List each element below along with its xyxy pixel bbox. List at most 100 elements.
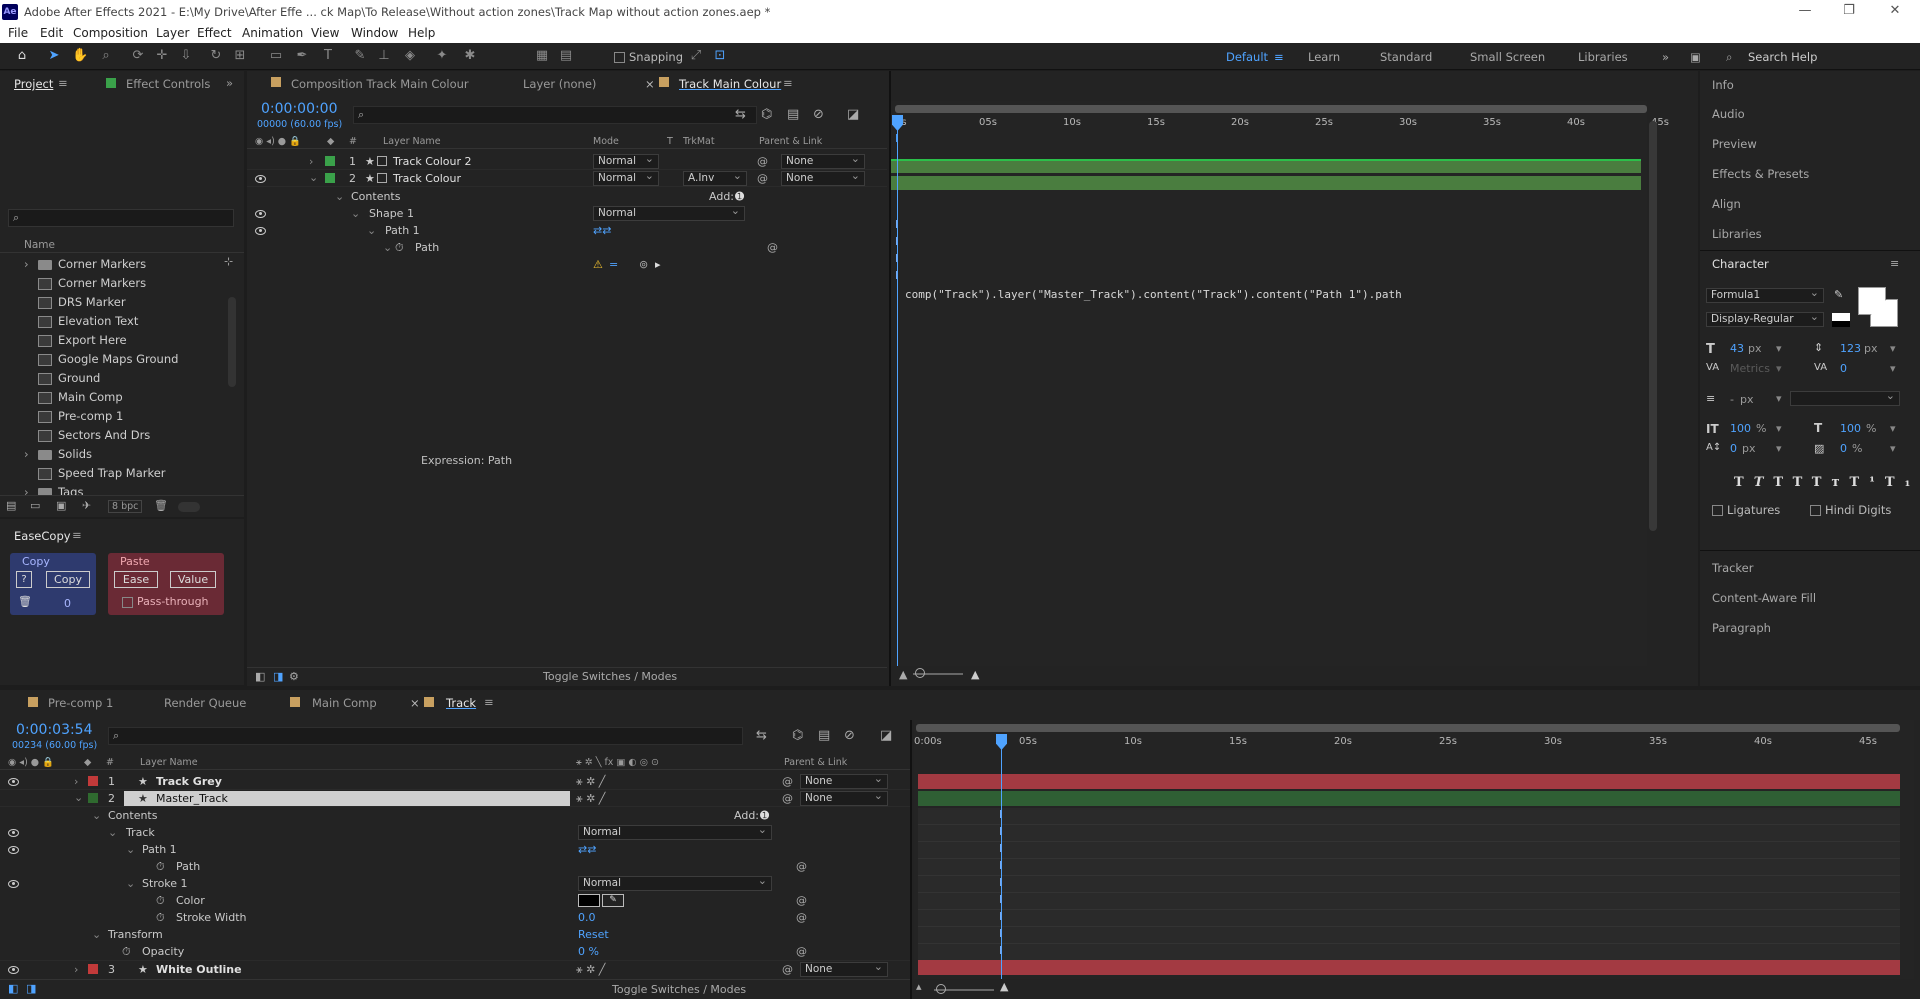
stroke-width-value[interactable]: -: [1730, 393, 1734, 406]
collapse-icon[interactable]: ⌄: [74, 789, 83, 806]
scroll-thumb[interactable]: [1649, 121, 1657, 531]
layer-bar[interactable]: [891, 176, 1641, 190]
label-swatch[interactable]: [88, 776, 98, 786]
effects-presets-panel-tab[interactable]: Effects & Presets: [1712, 167, 1809, 181]
tab-layer[interactable]: Layer (none): [523, 77, 596, 91]
transfer-button-icon[interactable]: ◨: [273, 670, 283, 683]
stroke-style-dropdown[interactable]: [1790, 389, 1900, 406]
horizontal-scale-value[interactable]: 100: [1840, 422, 1861, 435]
reset-link[interactable]: Reset: [578, 926, 609, 943]
project-item[interactable]: Ground: [0, 369, 100, 388]
num-column[interactable]: #: [349, 136, 357, 147]
zoom-out-icon[interactable]: ▴: [916, 980, 922, 993]
zoom-slider-thumb[interactable]: [936, 984, 946, 994]
project-item[interactable]: Pre-comp 1: [0, 407, 123, 426]
draft-3d-icon[interactable]: ⌬: [792, 728, 803, 743]
project-search-input[interactable]: ⌕: [8, 209, 234, 227]
stroke-mode-dropdown[interactable]: Normal: [578, 874, 772, 891]
mode-dropdown[interactable]: Normal: [593, 152, 659, 169]
pickwhip-icon[interactable]: @: [796, 943, 807, 960]
panel-overflow-icon[interactable]: »: [226, 76, 233, 90]
tracker-panel-tab[interactable]: Tracker: [1712, 561, 1754, 575]
project-item[interactable]: Google Maps Ground: [0, 350, 178, 369]
expand-icon[interactable]: ›: [24, 255, 29, 274]
adjust-icon[interactable]: ✈: [82, 499, 91, 512]
visibility-eye-icon[interactable]: [8, 846, 19, 854]
default-colors-icon[interactable]: [1832, 313, 1850, 327]
selection-tool-icon[interactable]: ➤: [46, 48, 62, 64]
expand-icon[interactable]: ›: [24, 445, 29, 464]
visibility-eye-icon[interactable]: [8, 778, 19, 786]
project-item[interactable]: Speed Trap Marker: [0, 464, 166, 483]
toggle-switches-modes[interactable]: Toggle Switches / Modes: [543, 670, 677, 683]
label-swatch[interactable]: [88, 964, 98, 974]
tab-menu-icon[interactable]: ≡: [783, 76, 793, 90]
snap-options-icon[interactable]: ⤢: [688, 48, 704, 64]
stroke-width-value[interactable]: 0.0: [578, 909, 596, 926]
expand-icon[interactable]: ›: [74, 773, 78, 790]
project-item[interactable]: Main Comp: [0, 388, 123, 407]
parent-dropdown[interactable]: None: [800, 960, 888, 977]
layer-name[interactable]: Track Colour 2: [393, 153, 471, 170]
parent-dropdown[interactable]: None: [800, 772, 888, 789]
menu-help[interactable]: Help: [408, 26, 435, 40]
chevron-down-icon[interactable]: ▾: [1776, 392, 1782, 405]
pickwhip-icon[interactable]: @: [796, 892, 807, 909]
workspace-small-screen[interactable]: Small Screen: [1470, 50, 1545, 64]
collapse-icon[interactable]: ⌄: [126, 841, 135, 858]
layer-bar-selected[interactable]: [918, 791, 1900, 806]
chevron-down-icon[interactable]: ▾: [1776, 342, 1782, 355]
layer-search-input[interactable]: ⌕: [108, 727, 743, 745]
expand-icon[interactable]: ›: [74, 961, 78, 978]
path1-row[interactable]: ⌄ Path 1 ⇄⇄: [247, 222, 887, 239]
path-direction-icon[interactable]: ⇄⇄: [578, 841, 596, 858]
help-button[interactable]: ?: [16, 571, 32, 588]
workspace-default[interactable]: Default: [1226, 50, 1268, 64]
menu-animation[interactable]: Animation: [242, 26, 303, 40]
path-row[interactable]: ⏱ Path @: [0, 858, 910, 875]
anchor-tool-icon[interactable]: ⊞: [232, 48, 248, 64]
workspace-learn[interactable]: Learn: [1308, 50, 1340, 64]
hand-tool-icon[interactable]: ✋: [72, 48, 88, 64]
zoom-slider-thumb[interactable]: [915, 668, 925, 678]
track-mode-dropdown[interactable]: Normal: [578, 823, 772, 840]
project-item[interactable]: › Solids: [0, 445, 92, 464]
expression-text[interactable]: comp("Track").layer("Master_Track").cont…: [905, 288, 1402, 301]
zoom-in-icon[interactable]: ▲: [1000, 980, 1008, 993]
layer-name[interactable]: Track Colour: [393, 170, 461, 187]
zoom-out-icon[interactable]: ▲: [899, 668, 907, 681]
tab-pre-comp-1[interactable]: Pre-comp 1: [48, 696, 113, 710]
timeline-graph-area[interactable]: 0s05s10s15s20s25s30s35s40s45s I I I I I …: [891, 101, 1669, 666]
faux-italic-icon[interactable]: T: [1754, 475, 1774, 490]
project-menu-icon[interactable]: ≡: [58, 76, 68, 90]
pickwhip-icon[interactable]: @: [782, 961, 793, 978]
bit-depth-button[interactable]: 8 bpc: [108, 500, 143, 513]
expand-icon[interactable]: ›: [309, 153, 313, 170]
small-caps-icon[interactable]: Tт: [1812, 475, 1850, 490]
layer-switches[interactable]: ⚹ ✲ ╱: [576, 773, 605, 790]
chevron-down-icon[interactable]: ▾: [1890, 422, 1896, 435]
libraries-panel-tab[interactable]: Libraries: [1712, 227, 1762, 241]
font-style-dropdown[interactable]: Display-Regular: [1706, 310, 1824, 327]
leading-value[interactable]: 123: [1840, 342, 1861, 355]
layer-name-column[interactable]: Layer Name: [140, 757, 198, 768]
add-content-icon[interactable]: ➊: [735, 188, 744, 205]
shy-icon[interactable]: ▤: [787, 107, 799, 122]
stopwatch-icon[interactable]: ⏱: [395, 239, 404, 256]
easecopy-menu-icon[interactable]: ≡: [72, 528, 82, 542]
layer-row[interactable]: › 3 ★ White Outline ⚹ ✲ ╱ @ None: [0, 960, 910, 977]
pickwhip-icon[interactable]: @: [757, 153, 768, 170]
collapse-icon[interactable]: ⌄: [108, 824, 117, 841]
distribute-icon[interactable]: ▤: [558, 48, 574, 64]
ligatures-toggle[interactable]: Ligatures: [1712, 503, 1780, 517]
frame-blend-icon[interactable]: ⊘: [844, 728, 855, 743]
value-button[interactable]: Value: [170, 571, 216, 588]
menu-window[interactable]: Window: [351, 26, 398, 40]
trash-icon[interactable]: 🗑: [154, 499, 168, 512]
layer-row-selected[interactable]: ⌄ 2 ★ Master_Track ⚹ ✲ ╱ @ None: [0, 789, 910, 807]
chevron-down-icon[interactable]: ▾: [1890, 442, 1896, 455]
opacity-value[interactable]: 0 %: [578, 943, 599, 960]
interpret-footage-icon[interactable]: ▤: [6, 499, 16, 512]
av-column-icon[interactable]: ◉ ◂) ● 🔒: [255, 136, 301, 147]
comp-mini-flowchart-icon[interactable]: ⇆: [735, 107, 746, 122]
